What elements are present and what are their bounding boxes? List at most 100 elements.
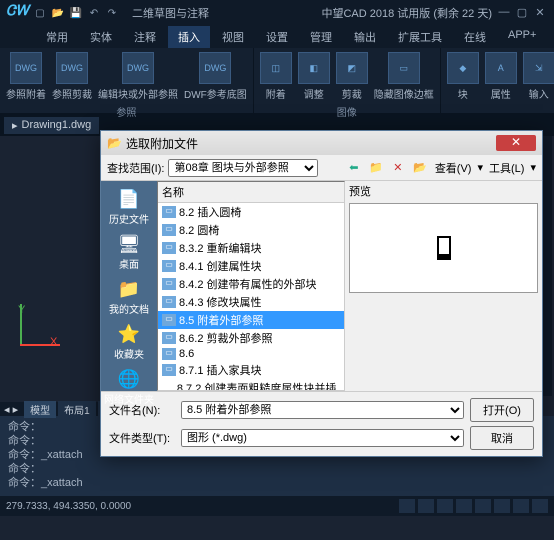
dwg-file-icon: ▭ (162, 206, 176, 218)
document-tab[interactable]: ▸Drawing1.dwg (4, 117, 99, 134)
dwg-file-icon: ▭ (162, 224, 176, 236)
up-icon[interactable]: 📁 (367, 159, 385, 177)
ribbon-tab[interactable]: 在线 (454, 26, 496, 48)
ribbon-tab[interactable]: 视图 (212, 26, 254, 48)
layout-tab-1[interactable]: 布局1 (58, 401, 96, 418)
quick-access-toolbar: ▢ 📂 💾 ↶ ↷ (32, 5, 120, 21)
file-item[interactable]: ▭8.2 插入圆椅 (158, 203, 344, 221)
otrack-icon[interactable] (494, 499, 510, 513)
sidebar-item[interactable]: ⭐收藏夹 (114, 320, 144, 363)
attach-button[interactable]: ◫附着 (258, 50, 294, 103)
window-controls: — ▢ ✕ (496, 6, 548, 20)
status-bar: 279.7333, 494.3350, 0.0000 (0, 496, 554, 516)
filetype-label: 文件类型(T): (109, 430, 175, 446)
layout-tab-model[interactable]: 模型 (24, 401, 56, 418)
workspace-title: 二维草图与注释 (132, 5, 317, 21)
app-title: 中望CAD 2018 试用版 (剩余 22 天) (321, 5, 492, 21)
open-icon[interactable]: 📂 (50, 5, 66, 21)
sidebar-icon: 🌐 (115, 367, 143, 391)
close-icon[interactable]: ✕ (532, 6, 548, 20)
file-item[interactable]: ▭8.4.1 创建属性块 (158, 257, 344, 275)
sidebar-item[interactable]: 🖥桌面 (115, 230, 143, 273)
filename-input[interactable]: 8.5 附着外部参照 (181, 401, 464, 419)
file-item[interactable]: ▭8.5 附着外部参照 (158, 311, 344, 329)
undo-icon[interactable]: ↶ (86, 5, 102, 21)
redo-icon[interactable]: ↷ (104, 5, 120, 21)
file-item[interactable]: ▭8.7.2 创建表面粗糙度属性块并插入图形 (158, 379, 344, 391)
open-button[interactable]: 打开(O) (470, 398, 534, 422)
clip-button[interactable]: ◩剪裁 (334, 50, 370, 103)
ribbon-button[interactable]: DWGDWF参考底图 (182, 50, 249, 103)
dwg-icon: ▸ (12, 119, 18, 132)
titlebar: ᏣᎳ ▢ 📂 💾 ↶ ↷ 二维草图与注释 中望CAD 2018 试用版 (剩余 … (0, 0, 554, 26)
preview-label: 预览 (349, 183, 538, 199)
sidebar-item[interactable]: 📁我的文档 (109, 275, 149, 318)
file-item[interactable]: ▭8.3.2 重新编辑块 (158, 239, 344, 257)
polar-icon[interactable] (456, 499, 472, 513)
filetype-select[interactable]: 图形 (*.dwg) (181, 429, 464, 447)
dwg-file-icon: ▭ (162, 242, 176, 254)
osnap-icon[interactable] (475, 499, 491, 513)
ribbon-tab[interactable]: 输出 (344, 26, 386, 48)
ribbon-tab[interactable]: 管理 (300, 26, 342, 48)
ribbon-tabs: 常用实体注释插入视图设置管理输出扩展工具在线APP+ (0, 26, 554, 48)
file-item[interactable]: ▭8.6.2 剪裁外部参照 (158, 329, 344, 347)
look-in-select[interactable]: 第08章 图块与外部参照 (168, 159, 318, 177)
file-item[interactable]: ▭8.7.1 插入家具块 (158, 361, 344, 379)
ribbon-button[interactable]: DWG参照剪裁 (50, 50, 94, 103)
dwg-file-icon: ▭ (162, 278, 176, 290)
ribbon-tab[interactable]: 插入 (168, 26, 210, 48)
file-item[interactable]: ▭8.2 圆椅 (158, 221, 344, 239)
newfolder-icon[interactable]: 📂 (411, 159, 429, 177)
view-button[interactable]: 查看(V) (433, 160, 474, 176)
ribbon-tab[interactable]: 实体 (80, 26, 122, 48)
file-list[interactable]: 名称 ▭8.2 插入圆椅▭8.2 圆椅▭8.3.2 重新编辑块▭8.4.1 创建… (157, 181, 345, 391)
new-icon[interactable]: ▢ (32, 5, 48, 21)
ribbon-button[interactable]: DWG编辑块或外部参照 (96, 50, 180, 103)
dialog-titlebar[interactable]: 📂 选取附加文件 ✕ (101, 131, 542, 155)
preview-pane: 预览 (345, 181, 542, 391)
dialog-sidebar: 📄历史文件🖥桌面📁我的文档⭐收藏夹🌐网络文件夹 (101, 181, 157, 391)
hideframe-button[interactable]: ▭隐藏图像边框 (372, 50, 436, 103)
ribbon-button[interactable]: DWG参照附着 (4, 50, 48, 103)
back-icon[interactable]: ⬅ (345, 159, 363, 177)
ribbon-tab[interactable]: 注释 (124, 26, 166, 48)
filename-label: 文件名(N): (109, 402, 175, 418)
coordinates-readout: 279.7333, 494.3350, 0.0000 (6, 501, 131, 512)
sidebar-item[interactable]: 📄历史文件 (109, 185, 149, 228)
ribbon-tab[interactable]: APP+ (498, 26, 546, 48)
ribbon-tab[interactable]: 常用 (36, 26, 78, 48)
import-button[interactable]: ⇲输入 (521, 50, 554, 113)
adjust-button[interactable]: ◧调整 (296, 50, 332, 103)
delete-icon[interactable]: ✕ (389, 159, 407, 177)
dialog-footer: 文件名(N): 8.5 附着外部参照 打开(O) 文件类型(T): 图形 (*.… (101, 391, 542, 456)
file-item[interactable]: ▭8.4.3 修改块属性 (158, 293, 344, 311)
ucs-icon: YX (20, 304, 60, 346)
cancel-button[interactable]: 取消 (470, 426, 534, 450)
file-list-header[interactable]: 名称 (158, 182, 344, 203)
dwg-file-icon: ▭ (162, 260, 176, 272)
ribbon-tab[interactable]: 设置 (256, 26, 298, 48)
file-dialog: 📂 选取附加文件 ✕ 查找范围(I): 第08章 图块与外部参照 ⬅ 📁 ✕ 📂… (100, 130, 543, 457)
ribbon-group-label: 图像 (258, 103, 436, 120)
attr-button[interactable]: A属性 (483, 50, 519, 113)
ortho-icon[interactable] (437, 499, 453, 513)
dialog-icon: 📂 (107, 136, 122, 150)
lwt-icon[interactable] (513, 499, 529, 513)
grid-icon[interactable] (399, 499, 415, 513)
dwg-file-icon: ▭ (162, 348, 176, 360)
snap-icon[interactable] (418, 499, 434, 513)
save-icon[interactable]: 💾 (68, 5, 84, 21)
dwg-file-icon: ▭ (162, 390, 174, 391)
model-icon[interactable] (532, 499, 548, 513)
maximize-icon[interactable]: ▢ (514, 6, 530, 20)
file-item[interactable]: ▭8.4.2 创建带有属性的外部块 (158, 275, 344, 293)
sidebar-icon: 🖥 (115, 232, 143, 256)
tools-button[interactable]: 工具(L) (487, 160, 526, 176)
dialog-close-button[interactable]: ✕ (496, 135, 536, 151)
sidebar-icon: 📁 (115, 277, 143, 301)
file-item[interactable]: ▭8.6 (158, 347, 344, 361)
minimize-icon[interactable]: — (496, 6, 512, 20)
ribbon-tab[interactable]: 扩展工具 (388, 26, 452, 48)
block-button[interactable]: ◆块 (445, 50, 481, 113)
